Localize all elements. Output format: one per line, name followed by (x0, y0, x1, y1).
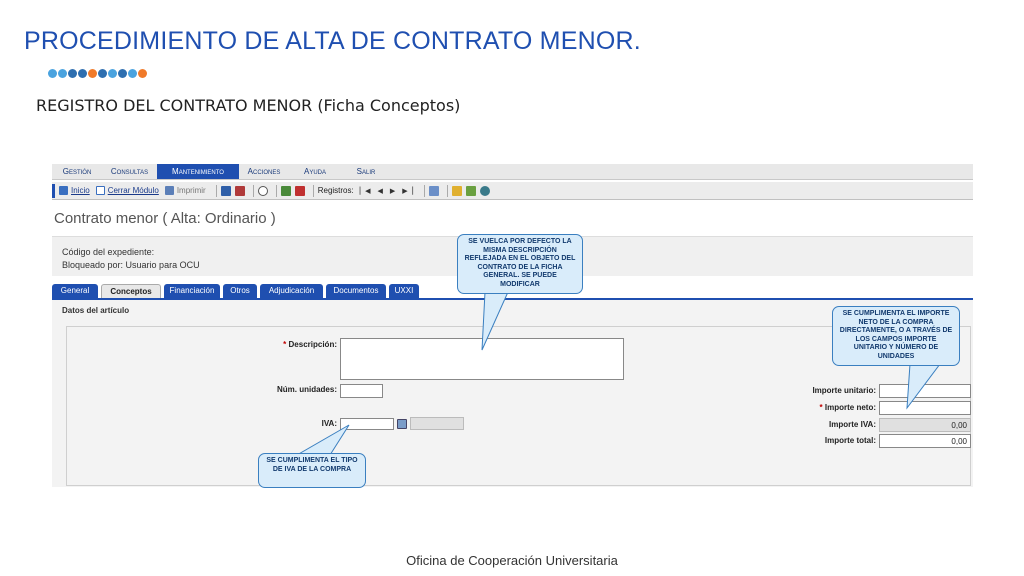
importe-iva-label: Importe IVA: (829, 420, 876, 429)
num-unidades-label: Núm. unidades: (276, 385, 337, 394)
inicio-label: Inicio (71, 186, 90, 195)
grid-view-icon[interactable] (429, 185, 440, 196)
toolbar-separator (312, 184, 314, 197)
decorative-dot (48, 69, 57, 78)
decorative-dot (88, 69, 97, 78)
bloqueado-label: Bloqueado por: Usuario para OCU (62, 260, 200, 270)
tab-otros[interactable]: Otros (223, 284, 257, 298)
slide-subtitle: REGISTRO DEL CONTRATO MENOR (Ficha Conce… (36, 96, 461, 115)
toolbar-edge (52, 183, 55, 198)
menu-gestion[interactable]: Gestión (52, 164, 102, 179)
inicio-link[interactable]: Inicio (59, 186, 90, 195)
edit-icon[interactable] (466, 185, 477, 196)
neto-callout-text: SE CUMPLIMENTA EL IMPORTE NETO DE LA COM… (839, 310, 953, 360)
iva-callout-text: SE CUMPLIMENTA EL TIPO DE IVA DE LA COMP… (266, 457, 358, 473)
imprimir-button[interactable]: Imprimir (164, 186, 206, 195)
decorative-dot (118, 69, 127, 78)
tab-documentos[interactable]: Documentos (326, 284, 386, 298)
iva-callout: SE CUMPLIMENTA EL TIPO DE IVA DE LA COMP… (258, 453, 366, 488)
previous-record-icon[interactable]: ◀ (378, 187, 383, 195)
required-mark: * (819, 403, 823, 412)
neto-callout: SE CUMPLIMENTA EL IMPORTE NETO DE LA COM… (832, 306, 960, 366)
importe-unitario-label: Importe unitario: (812, 386, 876, 395)
iva-lookup-icon[interactable] (397, 419, 407, 429)
slide-title: PROCEDIMIENTO DE ALTA DE CONTRATO MENOR. (24, 27, 641, 55)
slide-footer: Oficina de Cooperación Universitaria (406, 553, 618, 568)
toolbar-separator (275, 184, 277, 197)
iva-label: IVA: (321, 419, 337, 428)
delete-record-icon[interactable] (294, 185, 305, 196)
descripcion-label: * Descripción: (252, 340, 337, 349)
descripcion-text: Descripción: (288, 340, 337, 349)
folder-icon[interactable] (452, 185, 463, 196)
importe-neto-text: Importe neto: (824, 403, 876, 412)
tab-bar: General Conceptos Financiación Otros Adj… (52, 284, 419, 298)
importe-neto-input[interactable] (879, 401, 971, 415)
codigo-expediente-label: Código del expediente: (62, 247, 155, 257)
first-record-icon[interactable]: ▏◀ (360, 187, 371, 195)
decorative-dot (68, 69, 77, 78)
menu-bar: Gestión Consultas Mantenimiento Acciones… (52, 164, 973, 180)
cerrar-modulo-label: Cerrar Módulo (107, 186, 159, 195)
save-icon[interactable] (220, 185, 231, 196)
descripcion-callout-text: SE VUELCA POR DEFECTO LA MISMA DESCRIPCI… (464, 238, 576, 288)
tab-conceptos[interactable]: Conceptos (101, 284, 161, 298)
toolbar: Inicio Cerrar Módulo Imprimir Registros:… (52, 182, 973, 200)
save-close-icon[interactable] (234, 185, 245, 196)
decorative-dots (48, 69, 147, 78)
required-mark: * (283, 340, 287, 349)
decorative-dot (98, 69, 107, 78)
importe-neto-label: * Importe neto: (772, 403, 876, 412)
menu-ayuda[interactable]: Ayuda (289, 164, 341, 179)
close-module-icon (95, 186, 105, 195)
search-icon[interactable] (257, 185, 268, 196)
new-record-icon[interactable] (280, 185, 291, 196)
toolbar-separator (447, 184, 449, 197)
menu-consultas[interactable]: Consultas (102, 164, 157, 179)
menu-mantenimiento[interactable]: Mantenimiento (157, 164, 239, 179)
decorative-dot (58, 69, 67, 78)
importe-unitario-input[interactable] (879, 384, 971, 398)
decorative-dot (138, 69, 147, 78)
tab-uxxi[interactable]: UXXI (389, 284, 419, 298)
panel-heading: Datos del artículo (62, 306, 130, 315)
iva-description-field (410, 417, 464, 430)
iva-input[interactable] (340, 418, 394, 430)
cerrar-modulo-link[interactable]: Cerrar Módulo (95, 186, 159, 195)
tab-general[interactable]: General (52, 284, 98, 298)
menu-acciones[interactable]: Acciones (239, 164, 289, 179)
importe-iva-value: 0,00 (879, 418, 971, 432)
toolbar-separator (215, 184, 217, 197)
descripcion-callout: SE VUELCA POR DEFECTO LA MISMA DESCRIPCI… (457, 234, 583, 294)
importe-total-label: Importe total: (824, 436, 876, 445)
menu-salir[interactable]: Salir (341, 164, 391, 179)
registros-label: Registros: (317, 186, 354, 195)
next-record-icon[interactable]: ▶ (390, 187, 395, 195)
decorative-dot (108, 69, 117, 78)
imprimir-label: Imprimir (176, 186, 206, 195)
settings-icon[interactable] (480, 185, 491, 196)
toolbar-separator (252, 184, 254, 197)
form-title: Contrato menor ( Alta: Ordinario ) (54, 210, 276, 227)
tab-adjudicacion[interactable]: Adjudicación (260, 284, 323, 298)
num-unidades-input[interactable] (340, 384, 383, 398)
importe-total-value: 0,00 (879, 434, 971, 448)
toolbar-separator (424, 184, 426, 197)
last-record-icon[interactable]: ▶▕ (402, 187, 413, 195)
home-icon (59, 186, 68, 195)
tab-financiacion[interactable]: Financiación (164, 284, 220, 298)
print-icon (164, 186, 174, 195)
decorative-dot (78, 69, 87, 78)
descripcion-textarea[interactable] (340, 338, 624, 380)
decorative-dot (128, 69, 137, 78)
